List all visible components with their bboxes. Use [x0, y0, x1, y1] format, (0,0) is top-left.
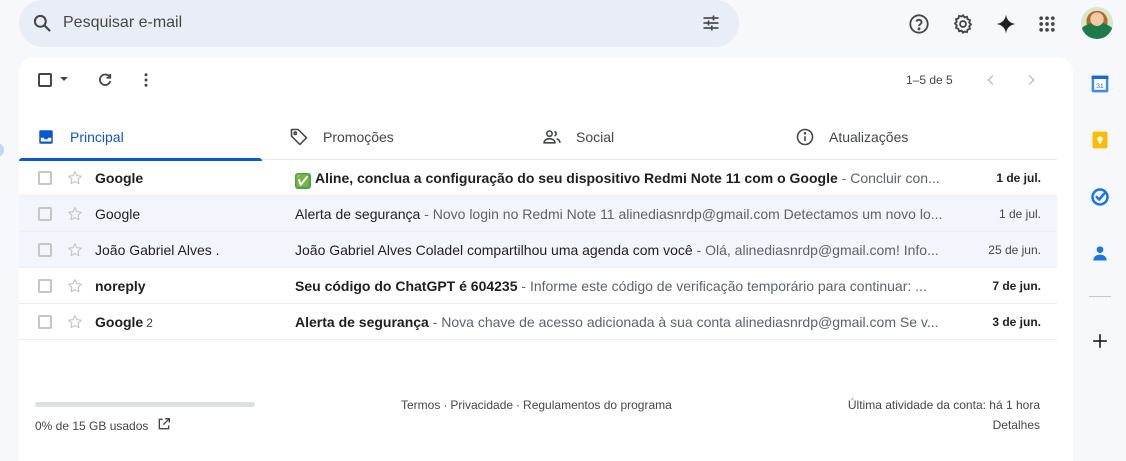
last-activity-text: Última atividade da conta: há 1 hora [847, 398, 1040, 412]
search-options-icon[interactable] [701, 13, 721, 33]
search-icon[interactable] [32, 13, 52, 33]
star-icon[interactable] [66, 205, 84, 223]
inbox-panel: 1–5 de 5 Principal Promoções Social Atua… [19, 57, 1073, 461]
email-sender: Google [95, 206, 141, 222]
sidebar-edge-indicator [0, 143, 4, 157]
tab-label: Promoções [323, 128, 394, 145]
email-date: 7 de jun. [992, 279, 1041, 293]
email-date: 1 de jul. [998, 207, 1041, 221]
tab-label: Social [576, 128, 615, 145]
star-icon[interactable] [66, 277, 84, 295]
email-date: 3 de jun. [992, 315, 1041, 329]
email-row[interactable]: Google 2 Alerta de segurança - Nova chave… [19, 304, 1057, 340]
row-checkbox[interactable] [38, 279, 52, 293]
storage-usage-text: 0% de 15 GB usados [35, 419, 149, 433]
tab-label: Atualizações [829, 128, 909, 145]
storage-usage-bar [35, 402, 255, 407]
star-icon[interactable] [66, 241, 84, 259]
tab-atualizacoes[interactable]: Atualizações [795, 113, 908, 160]
footer-links: Termos · Privacidade · Regulamentos do progr… [401, 398, 672, 412]
email-subject: Seu código do ChatGPT é 604235 [295, 278, 518, 294]
email-subject: Aline, conclua a configuração do seu dis… [315, 170, 838, 186]
email-snippet: - Novo login no Redmi Note 11 alinediasn… [420, 206, 943, 222]
email-content: ✅ Aline, conclua a configuração do seu di… [295, 170, 945, 189]
tab-social[interactable]: Social [542, 113, 614, 160]
row-checkbox[interactable] [38, 315, 52, 329]
chevron-left-icon[interactable] [982, 71, 1000, 89]
email-content: João Gabriel Alves Coladel compartilhou … [295, 242, 945, 258]
people-icon [542, 127, 562, 147]
star-icon[interactable] [66, 313, 84, 331]
program-policies-link[interactable]: Regulamentos do programa [523, 398, 672, 412]
calendar-icon[interactable]: 31 [1090, 74, 1110, 94]
select-menu-chevron-down-icon[interactable] [60, 77, 68, 81]
email-date: 25 de jun. [988, 243, 1041, 257]
search-input[interactable] [63, 10, 663, 36]
email-snippet: - Nova chave de acesso adicionada à sua … [428, 314, 939, 330]
email-date: 1 de jul. [996, 171, 1041, 185]
email-subject: Alerta de segurança [295, 314, 429, 330]
separator-dot: · [516, 398, 521, 412]
open-in-new-icon[interactable] [156, 416, 172, 432]
add-addon-plus-icon[interactable] [1090, 331, 1110, 351]
svg-text:31: 31 [1096, 83, 1104, 90]
more-options-icon[interactable] [137, 71, 155, 89]
pagination-label: 1–5 de 5 [906, 73, 953, 87]
tab-promocoes[interactable]: Promoções [289, 113, 394, 160]
email-snippet: - Olá, alinediasnrdp@gmail.com! Info... [692, 242, 939, 258]
email-content: Seu código do ChatGPT é 604235 - Informe… [295, 278, 945, 294]
select-all-checkbox[interactable] [38, 73, 52, 87]
thread-count: 2 [146, 316, 153, 330]
tab-principal[interactable]: Principal [19, 113, 262, 161]
search-bar[interactable] [19, 0, 739, 47]
tag-icon [289, 127, 309, 147]
chevron-right-icon[interactable] [1022, 71, 1040, 89]
email-snippet: - Concluir con... [837, 170, 940, 186]
email-sender: João Gabriel Alves . [95, 242, 220, 258]
details-link[interactable]: Detalhes [993, 418, 1040, 432]
email-content: Alerta de segurança - Novo login no Redm… [295, 206, 945, 222]
email-sender: Google [95, 170, 144, 186]
email-subject: Alerta de segurança [295, 206, 421, 222]
email-content: Alerta de segurança - Nova chave de aces… [295, 314, 945, 330]
settings-gear-icon[interactable] [951, 12, 975, 36]
privacy-link[interactable]: Privacidade [450, 398, 513, 412]
tasks-icon[interactable] [1090, 187, 1110, 207]
info-icon [795, 127, 815, 147]
checkmark-emoji-icon: ✅ [295, 173, 311, 189]
list-toolbar: 1–5 de 5 [19, 57, 1073, 103]
refresh-icon[interactable] [96, 71, 114, 89]
email-row[interactable]: noreply Seu código do ChatGPT é 604235 -… [19, 268, 1057, 304]
row-checkbox[interactable] [38, 243, 52, 257]
row-checkbox[interactable] [38, 207, 52, 221]
row-checkbox[interactable] [38, 171, 52, 185]
keep-notes-icon[interactable] [1090, 130, 1110, 150]
help-icon[interactable] [907, 12, 931, 36]
separator-dot: · [443, 398, 448, 412]
side-panel-divider [1089, 296, 1111, 297]
star-icon[interactable] [66, 169, 84, 187]
email-subject: João Gabriel Alves Coladel compartilhou … [295, 242, 693, 258]
tab-label: Principal [70, 128, 124, 145]
terms-link[interactable]: Termos [401, 398, 440, 412]
category-tabs: Principal Promoções Social Atualizações [19, 113, 1057, 161]
apps-grid-icon[interactable] [1035, 12, 1059, 36]
contacts-icon[interactable] [1090, 243, 1110, 263]
email-snippet: - Informe este código de verificação tem… [517, 278, 927, 294]
email-row[interactable]: Google ✅ Aline, conclua a configuração do… [19, 160, 1057, 196]
gemini-sparkle-icon[interactable] [994, 12, 1018, 36]
email-row[interactable]: Google Alerta de segurança - Novo login … [19, 196, 1057, 232]
account-avatar[interactable] [1081, 7, 1113, 39]
email-sender: Google 2 [95, 314, 153, 330]
email-sender: noreply [95, 278, 146, 294]
email-row[interactable]: João Gabriel Alves . João Gabriel Alves … [19, 232, 1057, 268]
inbox-icon [36, 127, 56, 147]
